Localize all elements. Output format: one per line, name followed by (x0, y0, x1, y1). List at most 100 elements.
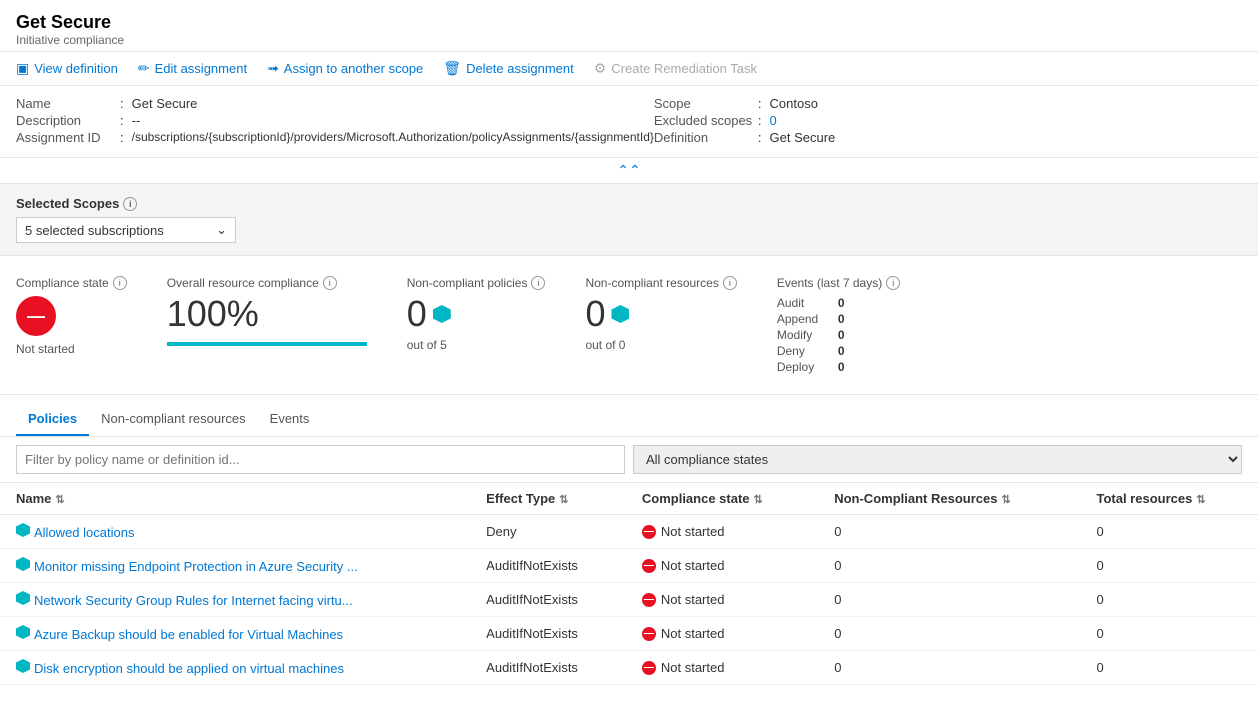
policies-table: Name⇅Effect Type⇅Compliance state⇅Non-Co… (0, 483, 1258, 685)
collapse-icon[interactable]: ⌃⌃ (617, 162, 640, 179)
compliance-progress-bar (167, 342, 367, 346)
row-cube-icon (16, 591, 30, 605)
tabs-section: PoliciesNon-compliant resourcesEvents (0, 403, 1258, 437)
effect-type-cell: Deny (470, 515, 626, 549)
remediation-icon: ⚙ (594, 60, 607, 77)
info-description-row: Description : -- (16, 113, 654, 128)
effect-type-cell: AuditIfNotExists (470, 651, 626, 685)
compliance-state-filter[interactable]: All compliance states (633, 445, 1242, 474)
compliance-state-cell: —Not started (626, 617, 818, 651)
row-cube-icon (16, 557, 30, 571)
policy-name-cell[interactable]: Monitor missing Endpoint Protection in A… (0, 549, 470, 583)
table-body: Allowed locationsDeny—Not started00Monit… (0, 515, 1258, 685)
create-remediation-button[interactable]: ⚙ Create Remediation Task (594, 60, 757, 77)
policy-name-cell[interactable]: Azure Backup should be enabled for Virtu… (0, 617, 470, 651)
scope-dropdown[interactable]: 5 selected subscriptions ⌄ (16, 217, 236, 243)
compliance-state-metric: Compliance state i Not started (16, 276, 127, 356)
edit-assignment-button[interactable]: ✏ Edit assignment (138, 60, 247, 77)
non-compliant-policies-info-icon[interactable]: i (531, 276, 545, 290)
total-resources-cell: 0 (1080, 515, 1258, 549)
policy-link[interactable]: Azure Backup should be enabled for Virtu… (34, 627, 343, 642)
resources-cube-icon (611, 305, 629, 323)
toolbar: ▣ View definition ✏ Edit assignment ➟ As… (0, 52, 1258, 86)
column-header-name[interactable]: Name⇅ (0, 483, 470, 515)
total-resources-cell: 0 (1080, 583, 1258, 617)
sort-icon: ⇅ (1196, 494, 1205, 506)
sort-icon: ⇅ (754, 494, 763, 506)
not-started-icon: — (642, 661, 656, 675)
event-row: Audit0 (777, 296, 900, 310)
tab-policies[interactable]: Policies (16, 403, 89, 436)
not-started-icon: — (642, 627, 656, 641)
scope-section: Selected Scopes i 5 selected subscriptio… (0, 184, 1258, 256)
policy-name-cell[interactable]: Disk encryption should be applied on vir… (0, 651, 470, 685)
events-info-icon[interactable]: i (886, 276, 900, 290)
info-section: Name : Get Secure Description : -- Assig… (0, 86, 1258, 158)
info-name-row: Name : Get Secure (16, 96, 654, 111)
column-header-compliance_state[interactable]: Compliance state⇅ (626, 483, 818, 515)
edit-icon: ✏ (138, 60, 150, 77)
compliance-progress-fill (167, 342, 367, 346)
effect-type-cell: AuditIfNotExists (470, 549, 626, 583)
assign-icon: ➟ (267, 60, 279, 77)
assign-scope-button[interactable]: ➟ Assign to another scope (267, 60, 423, 77)
policy-link[interactable]: Monitor missing Endpoint Protection in A… (34, 559, 358, 574)
not-started-icon: — (642, 559, 656, 573)
non-compliant-resources-cell: 0 (818, 583, 1080, 617)
view-definition-button[interactable]: ▣ View definition (16, 60, 118, 77)
sort-icon: ⇅ (55, 494, 64, 506)
info-assignment-row: Assignment ID : /subscriptions/{subscrip… (16, 130, 654, 145)
policy-link[interactable]: Disk encryption should be applied on vir… (34, 661, 344, 676)
collapse-row[interactable]: ⌃⌃ (0, 158, 1258, 184)
table-row: Network Security Group Rules for Interne… (0, 583, 1258, 617)
overall-compliance-info-icon[interactable]: i (323, 276, 337, 290)
overall-compliance-metric: Overall resource compliance i 100% (167, 276, 367, 346)
table-row: Monitor missing Endpoint Protection in A… (0, 549, 1258, 583)
compliance-state-cell: —Not started (626, 515, 818, 549)
table-row: Allowed locationsDeny—Not started00 (0, 515, 1258, 549)
sort-icon: ⇅ (1001, 494, 1010, 506)
metrics-section: Compliance state i Not started Overall r… (0, 256, 1258, 395)
non-compliant-resources-metric: Non-compliant resources i 0 out of 0 (585, 276, 736, 352)
row-cube-icon (16, 625, 30, 639)
policy-name-cell[interactable]: Allowed locations (0, 515, 470, 549)
tab-non-compliant-resources[interactable]: Non-compliant resources (89, 403, 258, 436)
chevron-down-icon: ⌄ (216, 222, 227, 238)
non-compliant-resources-cell: 0 (818, 651, 1080, 685)
compliance-state-info-icon[interactable]: i (113, 276, 127, 290)
column-header-total_resources[interactable]: Total resources⇅ (1080, 483, 1258, 515)
policy-filter-input[interactable] (16, 445, 625, 474)
page-header: Get Secure Initiative compliance (0, 0, 1258, 52)
event-row: Append0 (777, 312, 900, 326)
non-compliant-resources-cell: 0 (818, 549, 1080, 583)
compliance-state-icon (16, 296, 56, 336)
events-list: Audit0Append0Modify0Deny0Deploy0 (777, 296, 900, 374)
tab-events[interactable]: Events (258, 403, 322, 436)
not-started-icon: — (642, 593, 656, 607)
effect-type-cell: AuditIfNotExists (470, 617, 626, 651)
policy-link[interactable]: Allowed locations (34, 525, 134, 540)
scope-info-icon[interactable]: i (123, 197, 137, 211)
definition-icon: ▣ (16, 60, 29, 77)
policy-name-cell[interactable]: Network Security Group Rules for Interne… (0, 583, 470, 617)
non-compliant-resources-info-icon[interactable]: i (723, 276, 737, 290)
delete-assignment-button[interactable]: 🗑 Delete assignment (443, 60, 573, 77)
total-resources-cell: 0 (1080, 617, 1258, 651)
column-header-non_compliant_resources[interactable]: Non-Compliant Resources⇅ (818, 483, 1080, 515)
table-row: Disk encryption should be applied on vir… (0, 651, 1258, 685)
event-row: Deny0 (777, 344, 900, 358)
info-definition-row: Definition : Get Secure (654, 130, 1242, 145)
event-row: Deploy0 (777, 360, 900, 374)
page-subtitle: Initiative compliance (16, 33, 1242, 47)
policy-link[interactable]: Network Security Group Rules for Interne… (34, 593, 353, 608)
info-excluded-scopes-row: Excluded scopes : 0 (654, 113, 1242, 128)
non-compliant-resources-cell: 0 (818, 515, 1080, 549)
total-resources-cell: 0 (1080, 651, 1258, 685)
sort-icon: ⇅ (559, 494, 568, 506)
not-started-icon: — (642, 525, 656, 539)
non-compliant-policies-metric: Non-compliant policies i 0 out of 5 (407, 276, 546, 352)
effect-type-cell: AuditIfNotExists (470, 583, 626, 617)
compliance-state-cell: —Not started (626, 549, 818, 583)
policies-cube-icon (433, 305, 451, 323)
column-header-effect_type[interactable]: Effect Type⇅ (470, 483, 626, 515)
